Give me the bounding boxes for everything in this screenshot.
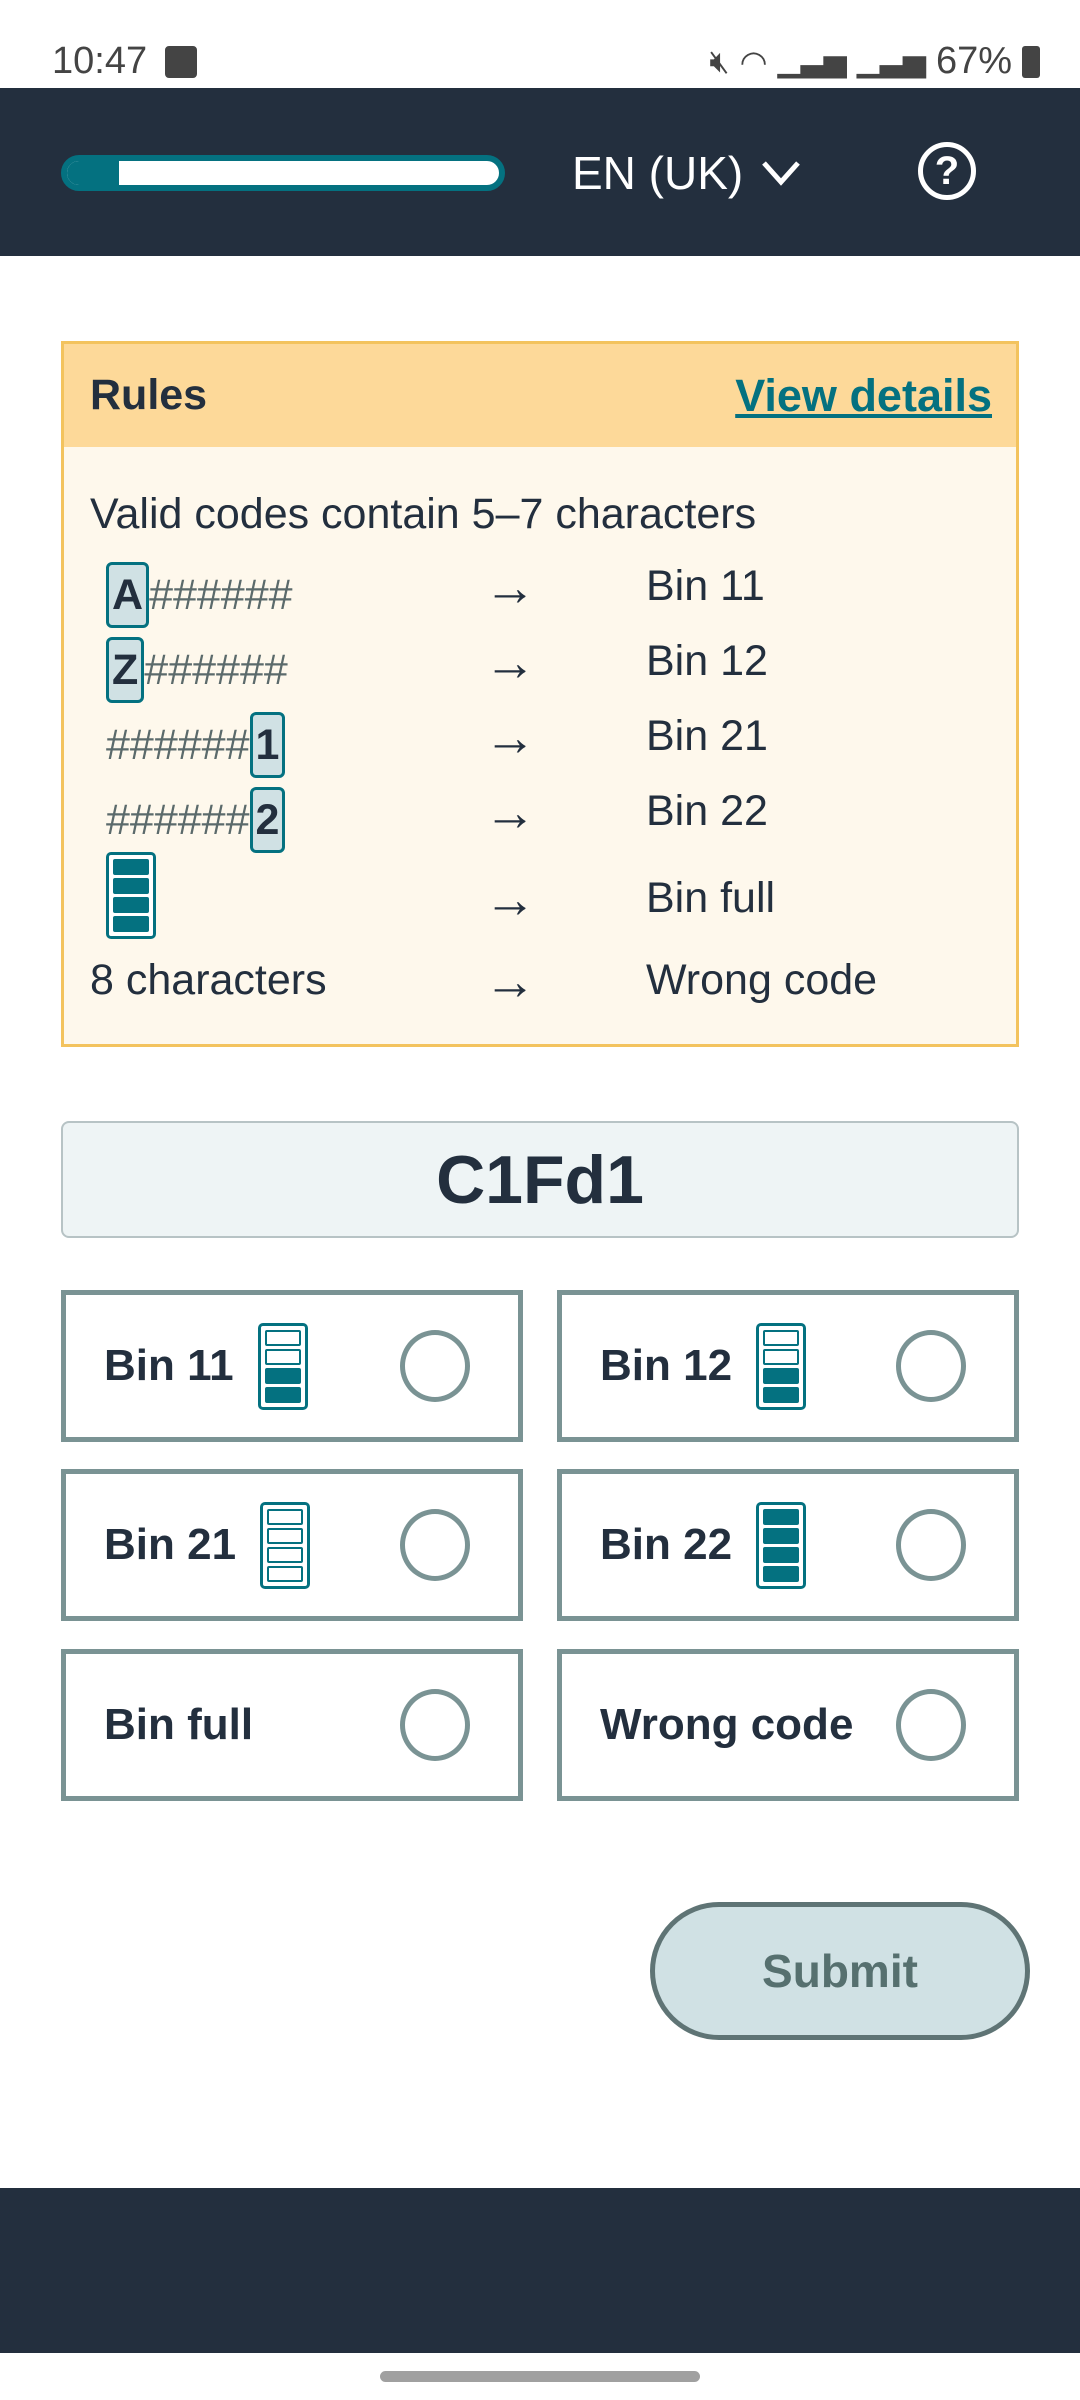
- battery-text: 67%: [935, 40, 1012, 82]
- arrow-right-icon: →: [484, 709, 536, 767]
- bin-cell: [113, 916, 149, 932]
- rule-row: Z ###### → Bin 12: [64, 634, 964, 703]
- hash-placeholder: ######: [144, 645, 288, 694]
- bin-cell: [264, 1367, 301, 1384]
- option-bin-11[interactable]: Bin 11: [61, 1290, 523, 1442]
- rule-row: ###### 1 → Bin 21: [64, 709, 964, 778]
- radio-button[interactable]: [400, 1509, 470, 1581]
- bin-fill-icon: [756, 1322, 807, 1410]
- bin-cell: [113, 897, 149, 913]
- option-wrong-code[interactable]: Wrong code: [557, 1649, 1019, 1801]
- bin-fill-icon: [260, 1501, 311, 1589]
- arrow-right-icon: →: [484, 634, 536, 692]
- option-label: Bin 11: [104, 1341, 234, 1390]
- rule-bin: Bin 22: [646, 787, 768, 835]
- option-label: Bin full: [104, 1700, 254, 1749]
- option-label: Wrong code: [600, 1700, 854, 1749]
- bin-cell: [113, 878, 149, 894]
- bin-cell: [763, 1527, 800, 1544]
- signal-icon: ▁▃▅: [856, 45, 926, 78]
- option-label: Bin 21: [104, 1520, 237, 1569]
- rule-bin: Wrong code: [646, 956, 878, 1004]
- rule-pattern: Z ######: [106, 637, 288, 703]
- rule-pattern: ###### 1: [106, 712, 286, 778]
- bin-fill-icon: [756, 1501, 807, 1589]
- bin-cell: [264, 1329, 301, 1346]
- view-details-link[interactable]: View details: [735, 370, 992, 422]
- bin-cell: [763, 1508, 800, 1525]
- bin-cell: [267, 1546, 304, 1563]
- rule-row: → Bin full: [64, 852, 964, 939]
- bin-cell: [267, 1527, 304, 1544]
- option-bin-12[interactable]: Bin 12: [557, 1290, 1019, 1442]
- rule-bin: Bin 21: [646, 712, 768, 760]
- gallery-icon: [165, 46, 197, 78]
- rule-pattern: ###### 2: [106, 787, 286, 853]
- code-key: A: [106, 562, 150, 628]
- code-display: C1Fd1: [61, 1121, 1019, 1238]
- rule-bin: Bin 11: [646, 562, 765, 610]
- battery-icon: [1022, 45, 1040, 78]
- radio-button[interactable]: [896, 1509, 966, 1581]
- bin-cell: [113, 859, 149, 875]
- hash-placeholder: ######: [106, 720, 250, 769]
- rule-bin: Bin full: [646, 874, 776, 922]
- radio-button[interactable]: [896, 1330, 966, 1402]
- option-bin-full[interactable]: Bin full: [61, 1649, 523, 1801]
- rule-pattern: A ######: [106, 562, 293, 628]
- option-bin-21[interactable]: Bin 21: [61, 1469, 523, 1621]
- mute-icon: 🔇︎: [709, 42, 730, 79]
- rule-row: ###### 2 → Bin 22: [64, 784, 964, 853]
- bin-cell: [763, 1546, 800, 1563]
- rules-title: Rules: [90, 371, 208, 419]
- code-key: 2: [249, 787, 286, 853]
- option-label: Bin 12: [600, 1341, 733, 1390]
- radio-button[interactable]: [896, 1689, 966, 1761]
- submit-button[interactable]: Submit: [650, 1902, 1030, 2040]
- rules-header: Rules View details: [64, 344, 1016, 447]
- bin-cell: [763, 1386, 800, 1403]
- bin-cell: [267, 1565, 304, 1582]
- bin-cell: [763, 1348, 800, 1365]
- signal-icon: ▁▃▅: [777, 45, 847, 78]
- chevron-down-icon: [762, 161, 801, 186]
- rules-panel: Rules View details Valid codes contain 5…: [61, 341, 1019, 1047]
- bin-cell: [264, 1386, 301, 1403]
- status-bar: 10:47 🔇︎ ◠ ▁▃▅ ▁▃▅ 67%: [0, 0, 1080, 88]
- rule-row: A ###### → Bin 11: [64, 559, 964, 628]
- bin-fill-icon: [257, 1322, 308, 1410]
- code-key: Z: [106, 637, 145, 703]
- bin-full-icon: [106, 852, 156, 939]
- gesture-handle: [380, 2371, 700, 2382]
- wifi-icon: ◠: [739, 43, 768, 80]
- progress-fill: [67, 161, 119, 185]
- bin-cell: [264, 1348, 301, 1365]
- bin-cell: [763, 1367, 800, 1384]
- arrow-right-icon: →: [484, 871, 536, 929]
- arrow-right-icon: →: [484, 559, 536, 617]
- hash-placeholder: ######: [149, 570, 293, 619]
- option-bin-22[interactable]: Bin 22: [557, 1469, 1019, 1621]
- rule-bin: Bin 12: [646, 637, 768, 685]
- progress-bar: [61, 155, 505, 191]
- rule-text: 8 characters: [90, 956, 327, 1004]
- bin-cell: [763, 1565, 800, 1582]
- rules-intro: Valid codes contain 5–7 characters: [90, 490, 757, 538]
- footer-bar: [0, 2188, 1080, 2353]
- rule-pattern: [106, 852, 156, 939]
- language-selector[interactable]: EN (UK): [572, 146, 801, 200]
- arrow-right-icon: →: [484, 953, 536, 1011]
- help-icon[interactable]: ?: [918, 142, 976, 200]
- clock: 10:47: [52, 40, 148, 82]
- code-key: 1: [249, 712, 286, 778]
- option-label: Bin 22: [600, 1520, 733, 1569]
- radio-button[interactable]: [400, 1330, 470, 1402]
- hash-placeholder: ######: [106, 795, 250, 844]
- arrow-right-icon: →: [484, 784, 536, 842]
- language-label: EN (UK): [572, 147, 744, 199]
- rule-row: 8 characters → Wrong code: [64, 953, 964, 1016]
- bin-cell: [267, 1508, 304, 1525]
- bin-cell: [763, 1329, 800, 1346]
- radio-button[interactable]: [400, 1689, 470, 1761]
